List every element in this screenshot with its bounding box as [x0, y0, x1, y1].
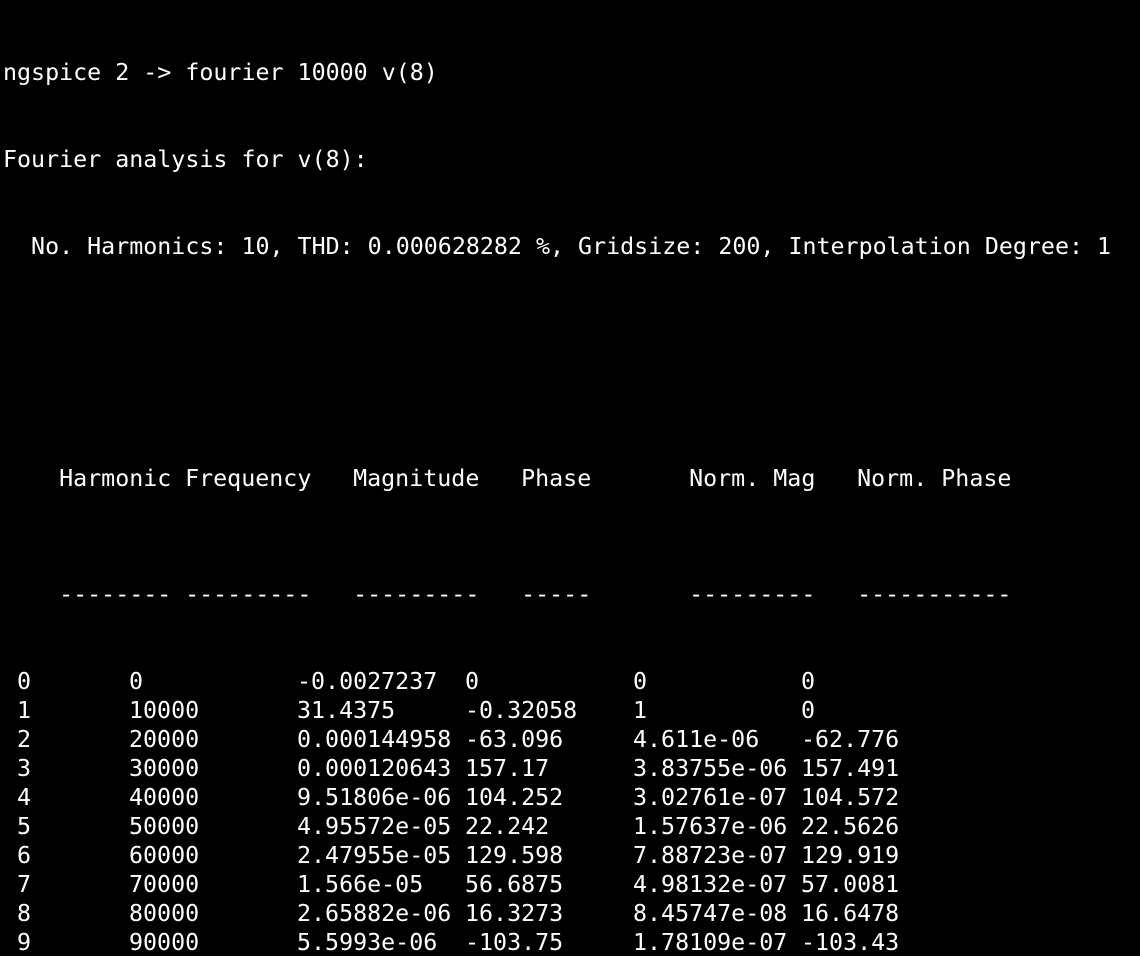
cell-frequency: 80000: [129, 900, 200, 927]
separator-phase: -----: [521, 581, 592, 608]
separator-frequency: ---------: [185, 581, 312, 608]
cell-magnitude: 2.47955e-05: [297, 842, 452, 869]
cell-harmonic: 2: [3, 726, 32, 753]
cell-frequency: 50000: [129, 813, 200, 840]
table-row: 1 10000 31.4375 -0.32058 1 0: [3, 696, 1111, 725]
cell-magnitude: 0.000120643: [297, 755, 452, 782]
cell-phase: 157.17: [465, 755, 550, 782]
cell-harmonic: 5: [3, 813, 32, 840]
cell-phase: 0: [465, 668, 480, 695]
table-header-row: Harmonic Frequency Magnitude Phase Norm. Mag…: [3, 435, 1111, 492]
cell-norm-phase: 157.491: [801, 755, 900, 782]
cell-frequency: 10000: [129, 697, 200, 724]
cell-phase: -103.75: [465, 929, 564, 956]
cell-norm-phase: 0: [801, 668, 816, 695]
cell-harmonic: 8: [3, 900, 32, 927]
column-header-norm-mag: Norm. Mag: [689, 465, 816, 492]
analysis-title: Fourier analysis for v(8):: [3, 146, 368, 173]
cell-magnitude: 9.51806e-06: [297, 784, 452, 811]
table-row: 0 0 -0.0027237 0 0 0: [3, 667, 1111, 696]
cell-frequency: 60000: [129, 842, 200, 869]
column-header-norm-phase: Norm. Phase: [857, 465, 1012, 492]
cell-norm-phase: 16.6478: [801, 900, 900, 927]
cell-frequency: 70000: [129, 871, 200, 898]
cell-phase: 22.242: [465, 813, 550, 840]
column-header-frequency: Frequency: [185, 465, 312, 492]
cell-frequency: 0: [129, 668, 144, 695]
separator-harmonic: --------: [59, 581, 172, 608]
cell-norm-phase: -62.776: [801, 726, 900, 753]
cell-norm-phase: 57.0081: [801, 871, 900, 898]
cell-norm-mag: 3.02761e-07: [633, 784, 788, 811]
cell-harmonic: 9: [3, 929, 32, 956]
cell-harmonic: 3: [3, 755, 32, 782]
cell-magnitude: 31.4375: [297, 697, 396, 724]
cell-magnitude: 5.5993e-06: [297, 929, 438, 956]
summary-line: No. Harmonics: 10, THD: 0.000628282 %, G…: [3, 233, 1112, 260]
cell-phase: 129.598: [465, 842, 564, 869]
column-header-harmonic: Harmonic: [59, 465, 172, 492]
cell-norm-phase: 104.572: [801, 784, 900, 811]
separator-magnitude: ---------: [353, 581, 480, 608]
cell-frequency: 30000: [129, 755, 200, 782]
cell-norm-mag: 1: [633, 697, 648, 724]
cell-harmonic: 1: [3, 697, 32, 724]
cell-phase: -63.096: [465, 726, 564, 753]
column-header-phase: Phase: [521, 465, 592, 492]
cell-frequency: 90000: [129, 929, 200, 956]
cell-harmonic: 4: [3, 784, 32, 811]
cell-norm-mag: 1.57637e-06: [633, 813, 788, 840]
cell-phase: 56.6875: [465, 871, 564, 898]
cell-norm-mag: 1.78109e-07: [633, 929, 788, 956]
cell-norm-mag: 4.611e-06: [633, 726, 760, 753]
cell-magnitude: 1.566e-05: [297, 871, 424, 898]
cell-norm-phase: 22.5626: [801, 813, 900, 840]
command-line: ngspice 2 -> fourier 10000 v(8): [3, 59, 438, 86]
cell-harmonic: 0: [3, 668, 32, 695]
column-header-magnitude: Magnitude: [353, 465, 480, 492]
cell-magnitude: -0.0027237: [297, 668, 438, 695]
cell-magnitude: 4.95572e-05: [297, 813, 452, 840]
table-row: 8 80000 2.65882e-06 16.3273 8.45747e-08 16.64…: [3, 899, 1111, 928]
cell-phase: 16.3273: [465, 900, 564, 927]
cell-phase: 104.252: [465, 784, 564, 811]
table-row: 6 60000 2.47955e-05 129.598 7.88723e-07 129.9…: [3, 841, 1111, 870]
cell-frequency: 40000: [129, 784, 200, 811]
cell-norm-mag: 3.83755e-06: [633, 755, 788, 782]
table-row: 2 20000 0.000144958 -63.096 4.611e-06 -62.776: [3, 725, 1111, 754]
cell-magnitude: 0.000144958: [297, 726, 452, 753]
cell-phase: -0.32058: [465, 697, 578, 724]
table-row: 3 30000 0.000120643 157.17 3.83755e-06 157.49…: [3, 754, 1111, 783]
cell-norm-mag: 7.88723e-07: [633, 842, 788, 869]
cell-norm-phase: 0: [801, 697, 816, 724]
table-body: 0 0 -0.0027237 0 0 0 1 10000 31.4375 -0.32058 1 0 …: [3, 667, 1111, 956]
cell-norm-mag: 8.45747e-08: [633, 900, 788, 927]
table-separator-row: -------- --------- --------- ----- ---------…: [3, 551, 1111, 608]
cell-harmonic: 6: [3, 842, 32, 869]
cell-magnitude: 2.65882e-06: [297, 900, 452, 927]
separator-norm-phase: -----------: [857, 581, 1012, 608]
cell-harmonic: 7: [3, 871, 32, 898]
table-row: 9 90000 5.5993e-06 -103.75 1.78109e-07 -103.4…: [3, 928, 1111, 956]
table-row: 4 40000 9.51806e-06 104.252 3.02761e-07 104.5…: [3, 783, 1111, 812]
cell-norm-mag: 4.98132e-07: [633, 871, 788, 898]
terminal-output: ngspice 2 -> fourier 10000 v(8) Fourier …: [3, 0, 1111, 956]
cell-norm-mag: 0: [633, 668, 648, 695]
cell-norm-phase: -103.43: [801, 929, 900, 956]
table-row: 7 70000 1.566e-05 56.6875 4.98132e-07 57.0081: [3, 870, 1111, 899]
separator-norm-mag: ---------: [689, 581, 816, 608]
cell-frequency: 20000: [129, 726, 200, 753]
cell-norm-phase: 129.919: [801, 842, 900, 869]
table-row: 5 50000 4.95572e-05 22.242 1.57637e-06 22.562…: [3, 812, 1111, 841]
